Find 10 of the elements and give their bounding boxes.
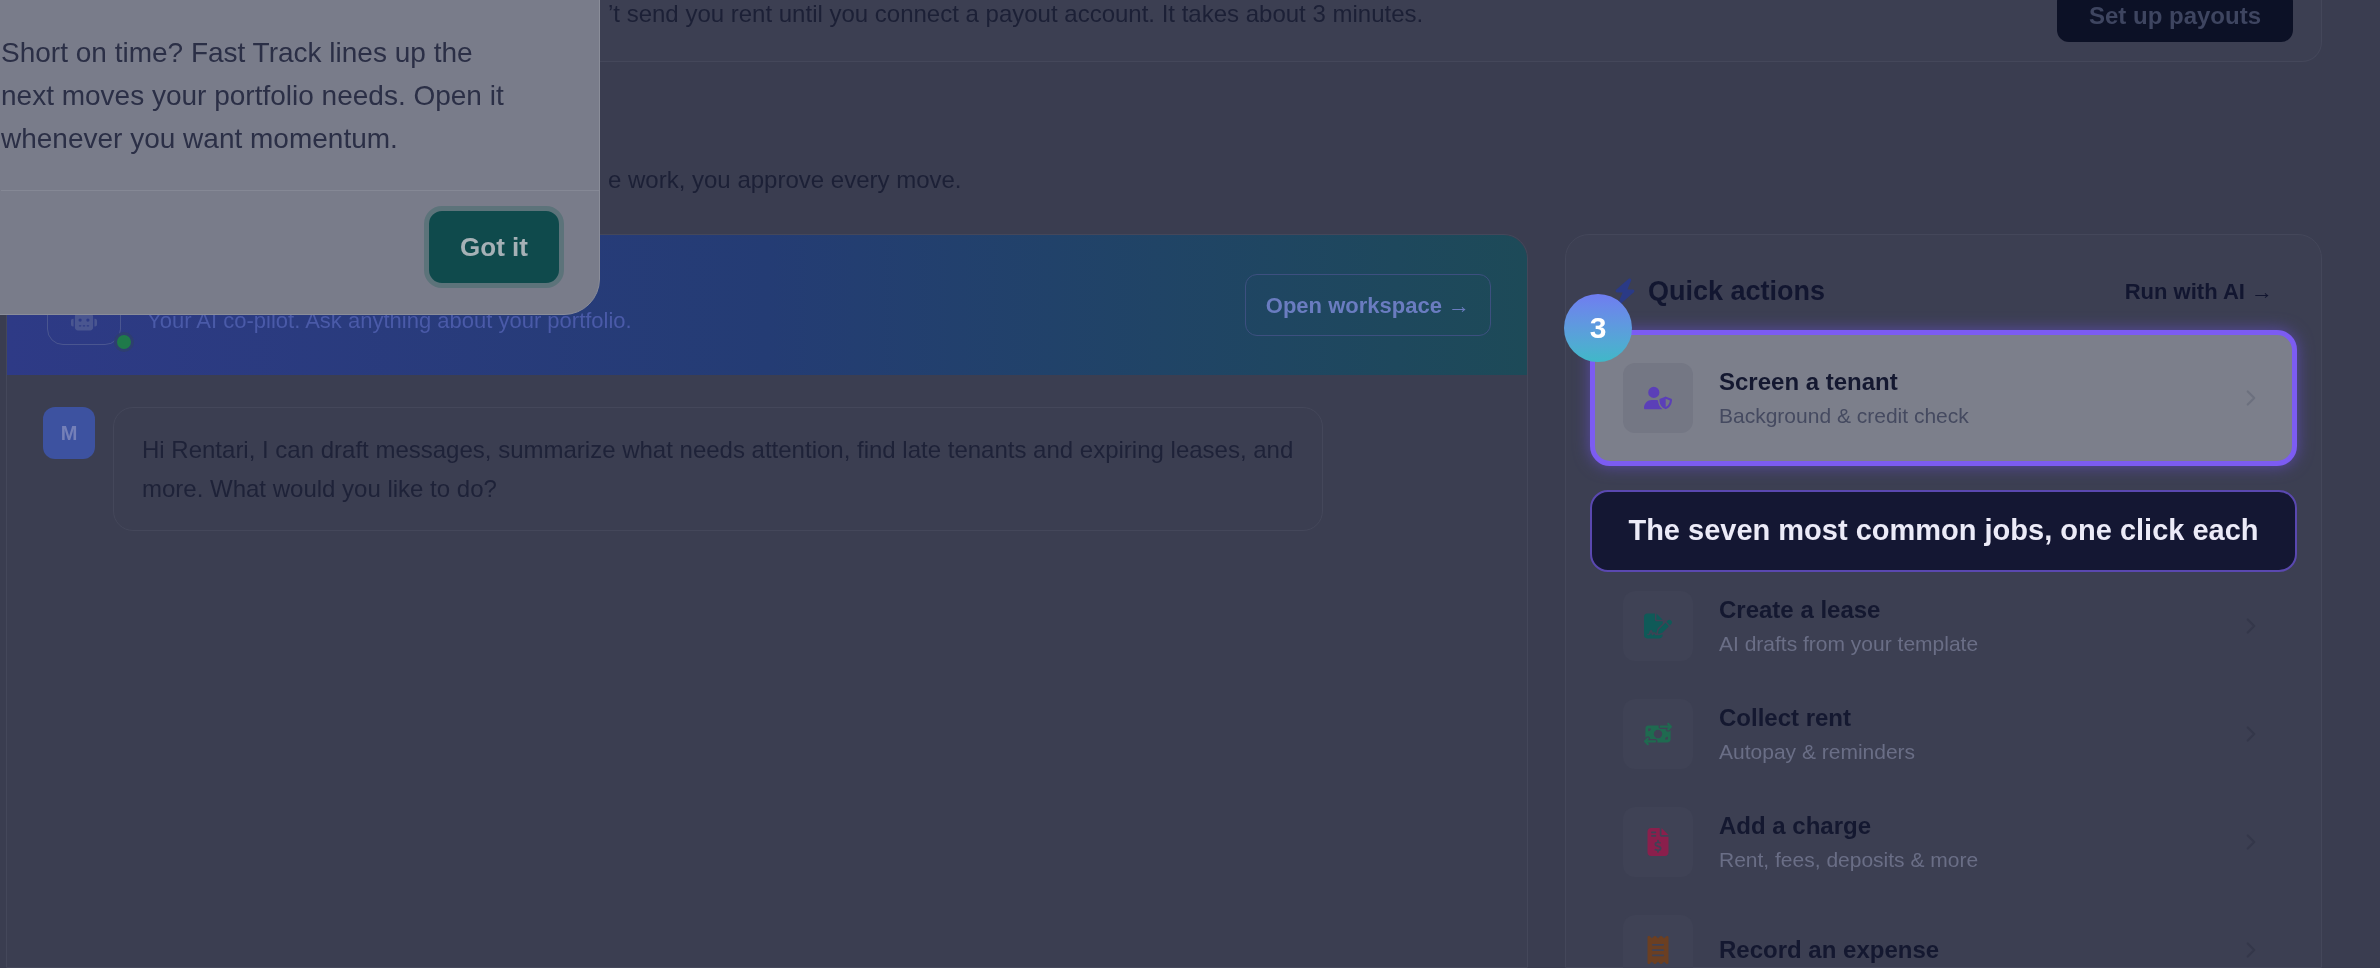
tour-step-badge: 3 [1564,293,1632,362]
set-up-payouts-button[interactable]: Set up payouts [2056,0,2293,42]
user-avatar: M [43,407,95,459]
open-workspace-button[interactable]: Open workspace → [1244,274,1491,336]
lightning-icon [1614,278,1636,305]
popover-message: Short on time? Fast Track lines up the next moves your portfolio needs. Open it whenever you want momentum. [1,36,505,156]
action-subtitle: Background & credit check [1719,402,1970,429]
got-it-button[interactable]: Got it [424,206,564,288]
action-title: Screen a tenant [1719,366,1899,397]
tour-tooltip: The seven most common jobs, one click each [1590,489,2297,572]
